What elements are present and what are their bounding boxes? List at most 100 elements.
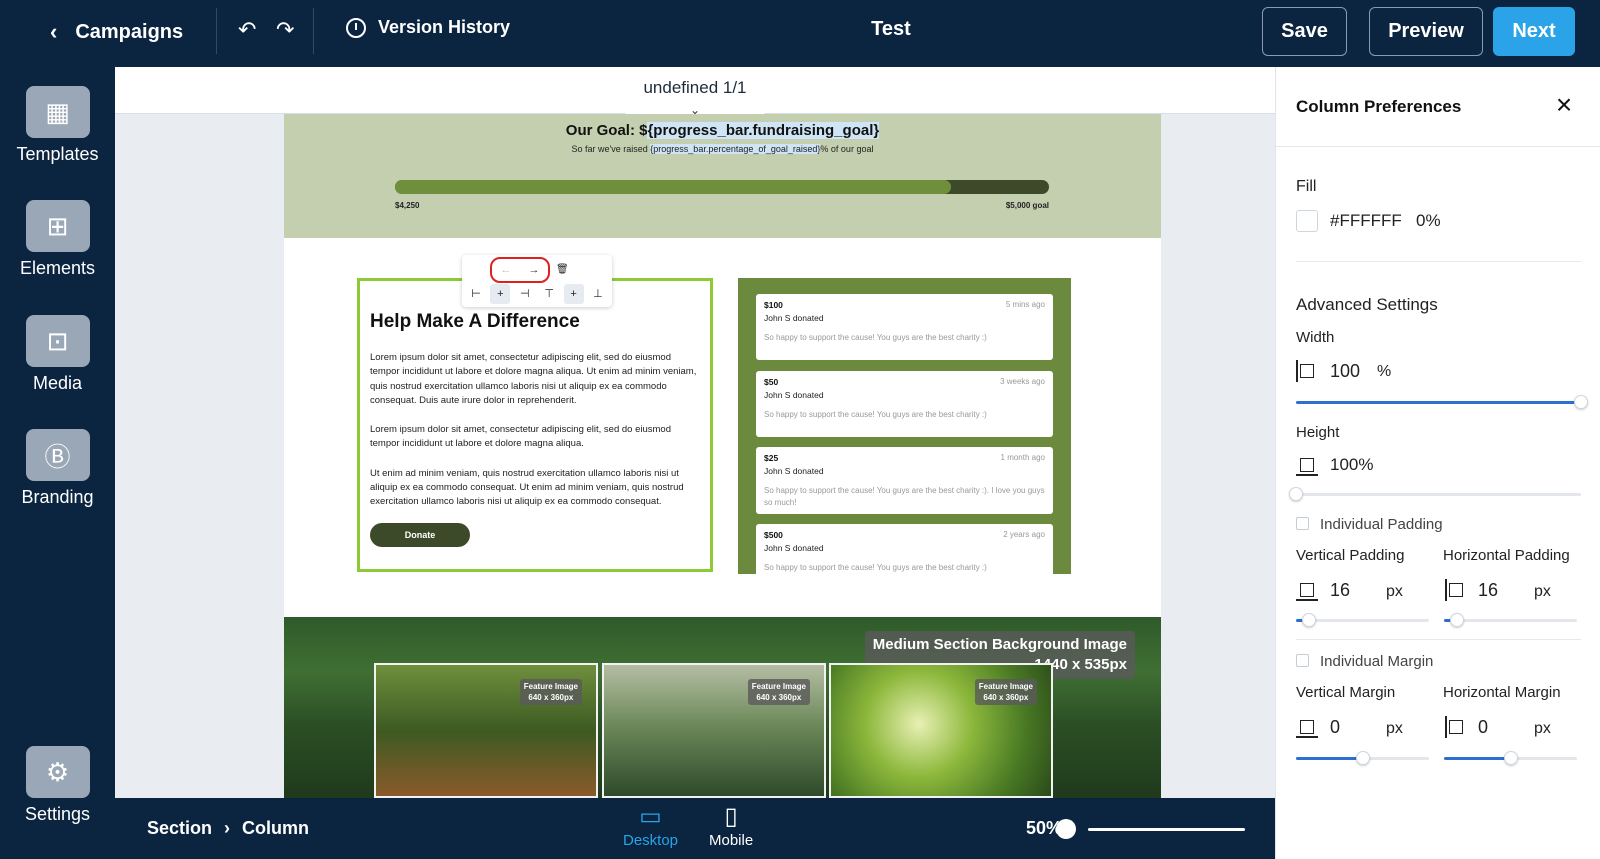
width-icon <box>1296 360 1318 382</box>
donate-button[interactable]: Donate <box>370 522 470 547</box>
vertical-margin-slider[interactable] <box>1296 751 1429 765</box>
horizontal-padding-input[interactable]: 16 <box>1478 580 1498 601</box>
individual-margin-checkbox[interactable] <box>1296 654 1309 667</box>
donation-card[interactable]: $500 2 years ago John S donated So happy… <box>756 524 1053 574</box>
donation-card[interactable]: $25 1 month ago John S donated So happy … <box>756 447 1053 514</box>
progress-bar-fill <box>395 180 951 194</box>
slider-handle[interactable] <box>1503 751 1518 765</box>
badge-line: 640 x 360px <box>983 693 1029 702</box>
background-image-section[interactable]: Medium Section Background Image 1440 x 5… <box>284 617 1161 798</box>
undo-icon[interactable]: ↶ <box>238 17 256 43</box>
layout-icon: ▦ <box>25 86 90 138</box>
zoom-slider-handle[interactable] <box>1056 819 1076 839</box>
zoom-slider[interactable] <box>1088 828 1245 831</box>
slider-handle[interactable] <box>1355 751 1370 765</box>
progress-section[interactable]: Our Goal: ${progress_bar.fundraising_goa… <box>284 114 1161 238</box>
slider-handle[interactable] <box>1574 395 1588 409</box>
donations-column[interactable]: $100 5 mins ago John S donated So happy … <box>738 278 1071 574</box>
height-input[interactable]: 100% <box>1330 455 1373 475</box>
vertical-margin-input[interactable]: 0 <box>1330 717 1340 738</box>
slider-fill <box>1444 757 1511 760</box>
vertical-margin-icon <box>1296 716 1318 738</box>
version-history-button[interactable]: Version History <box>346 17 510 38</box>
horizontal-margin-label: Horizontal Margin <box>1443 684 1561 701</box>
preview-button[interactable]: Preview <box>1369 7 1483 56</box>
horizontal-margin-slider[interactable] <box>1444 751 1577 765</box>
horizontal-margin-icon <box>1445 716 1467 738</box>
fill-hex[interactable]: #FFFFFF <box>1330 211 1402 231</box>
alignment-controls: ⊢ + ⊣ ⊤ + ⊥ <box>466 284 608 304</box>
slider-handle[interactable] <box>1289 487 1303 501</box>
donation-card[interactable]: $100 5 mins ago John S donated So happy … <box>756 294 1053 360</box>
horizontal-padding-slider[interactable] <box>1444 613 1577 627</box>
align-center-icon[interactable]: + <box>490 284 511 304</box>
badge-line: Medium Section Background Image <box>872 636 1127 653</box>
breadcrumb-section[interactable]: Section <box>147 818 212 839</box>
width-input[interactable]: 100 <box>1330 361 1360 382</box>
goal-variable: {progress_bar.fundraising_goal} <box>647 122 880 139</box>
move-left-icon[interactable]: ← <box>501 264 512 276</box>
sidebar-item-elements[interactable]: ⊞ Elements <box>0 200 115 279</box>
donation-time: 2 years ago <box>1003 530 1045 539</box>
vertical-padding-icon <box>1296 579 1318 601</box>
back-to-campaigns[interactable]: ‹ Campaigns <box>50 17 183 47</box>
horizontal-margin-input[interactable]: 0 <box>1478 717 1488 738</box>
move-right-icon[interactable]: → <box>529 264 540 276</box>
donation-card[interactable]: $50 3 weeks ago John S donated So happy … <box>756 371 1053 437</box>
mobile-label: Mobile <box>709 832 754 849</box>
sidebar-item-templates[interactable]: ▦ Templates <box>0 86 115 165</box>
feature-image[interactable]: Feature Image 640 x 360px <box>829 663 1053 798</box>
trash-icon[interactable]: 🗑 <box>556 264 569 275</box>
vertical-padding-slider[interactable] <box>1296 613 1429 627</box>
fill-label: Fill <box>1296 178 1317 195</box>
elements-icon: ⊞ <box>25 200 90 252</box>
slider-handle[interactable] <box>1450 613 1465 627</box>
width-slider[interactable] <box>1296 395 1588 409</box>
vertical-padding-input[interactable]: 16 <box>1330 580 1350 601</box>
column-preferences-panel: Column Preferences × Fill #FFFFFF 0% Adv… <box>1275 67 1600 859</box>
individual-padding-checkbox[interactable] <box>1296 517 1309 530</box>
slider-handle[interactable] <box>1302 613 1317 627</box>
align-right-icon[interactable]: ⊣ <box>515 284 535 304</box>
align-top-icon[interactable]: ⊤ <box>539 284 559 304</box>
badge-line: 640 x 360px <box>528 693 574 702</box>
fill-color-swatch[interactable] <box>1296 210 1318 232</box>
divider <box>313 8 314 54</box>
goal-subtitle-prefix: So far we've raised <box>571 144 651 154</box>
align-left-icon[interactable]: ⊢ <box>466 284 486 304</box>
donation-amount: $100 <box>764 300 783 310</box>
sidebar-item-label: Branding <box>21 487 94 507</box>
height-slider[interactable] <box>1289 487 1581 501</box>
sidebar-item-branding[interactable]: Ⓑ Branding <box>0 429 115 508</box>
align-bottom-icon[interactable]: ⊥ <box>588 284 608 304</box>
selected-column[interactable]: Help Make A Difference Lorem ipsum dolor… <box>357 278 713 572</box>
horizontal-padding-label: Horizontal Padding <box>1443 547 1570 564</box>
redo-icon[interactable]: ↷ <box>276 17 294 43</box>
feature-image[interactable]: Feature Image 640 x 360px <box>374 663 598 798</box>
goal-subtitle: So far we've raised {progress_bar.percen… <box>284 144 1161 154</box>
sidebar-item-settings[interactable]: ⚙ Settings <box>0 746 115 825</box>
help-paragraph-1: Lorem ipsum dolor sit amet, consectetur … <box>370 352 697 406</box>
width-unit: % <box>1377 363 1392 380</box>
fill-opacity[interactable]: 0% <box>1416 211 1441 231</box>
top-bar: ‹ Campaigns ↶ ↷ Version History Test Sav… <box>0 0 1600 67</box>
badge-line: Feature Image <box>751 682 806 691</box>
donation-message: So happy to support the cause! You guys … <box>764 563 987 572</box>
laptop-icon: ▭ <box>639 803 662 830</box>
percentage-variable: {progress_bar.percentage_of_goal_raised} <box>650 144 821 154</box>
close-icon[interactable]: × <box>1550 91 1578 119</box>
donor-name: John S donated <box>764 390 824 400</box>
next-button[interactable]: Next <box>1493 7 1575 56</box>
vertical-padding-unit: px <box>1386 583 1403 600</box>
breadcrumb-column[interactable]: Column <box>242 818 309 839</box>
mobile-view-button[interactable]: ▯ Mobile <box>709 804 754 850</box>
desktop-view-button[interactable]: ▭ Desktop <box>623 803 678 850</box>
save-button[interactable]: Save <box>1262 7 1347 56</box>
feature-image[interactable]: Feature Image 640 x 360px <box>602 663 826 798</box>
goal-amount: $5,000 goal <box>1005 201 1049 210</box>
sidebar-item-media[interactable]: ⊡ Media <box>0 315 115 394</box>
move-column-controls: ← → <box>490 257 550 283</box>
brand-icon: Ⓑ <box>25 429 90 481</box>
editor-canvas[interactable]: undefined 1/1 ⌄ Our Goal: ${progress_bar… <box>115 67 1275 798</box>
align-middle-icon[interactable]: + <box>563 284 584 304</box>
